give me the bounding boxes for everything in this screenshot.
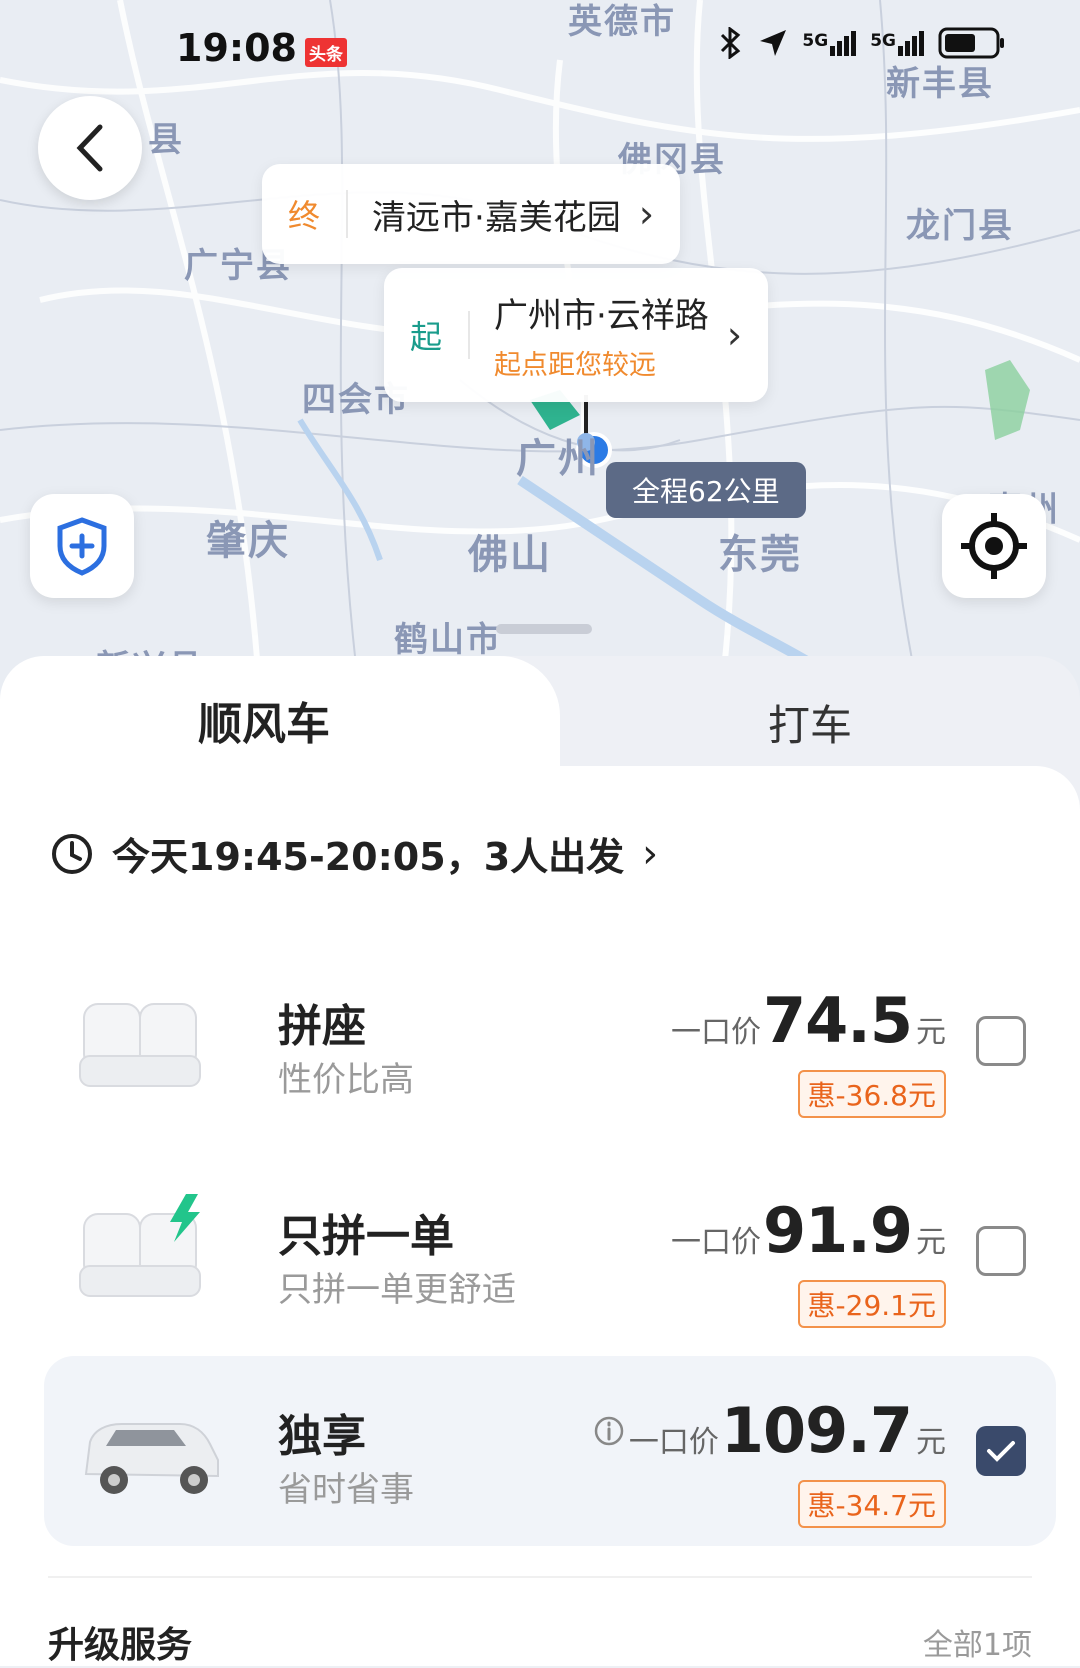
discount-badge: 惠-36.8元 — [797, 1070, 946, 1118]
safety-button[interactable] — [30, 494, 134, 598]
back-button[interactable] — [38, 96, 142, 200]
section-divider — [48, 1576, 1032, 1578]
option-title: 只拼一单 — [278, 1211, 454, 1262]
tab-bar: 顺风车 打车 — [0, 656, 1080, 778]
destination-tag: 终 — [287, 197, 320, 235]
map-place-label: 县 — [148, 120, 184, 160]
chevron-right-icon: › — [726, 313, 743, 357]
tab-carpool[interactable]: 顺风车 — [198, 688, 330, 752]
clock-icon — [52, 833, 92, 874]
origin-note: 起点距您较远 — [494, 350, 656, 381]
5g-signal-icon: 5G — [870, 30, 924, 56]
price: 一口价 91.9 元 — [671, 1194, 946, 1267]
ride-option-private[interactable]: 独享 省时省事 一口价 109.7 元 惠-34.7元 — [44, 1356, 1056, 1546]
route-map[interactable]: 英德市 新丰县 佛冈县 龙门县 广宁县 四会市 肇庆 佛山 东莞 鹤山市 广州 … — [0, 0, 1080, 700]
ride-option-single-pool[interactable]: 只拼一单 只拼一单更舒适 一口价 91.9 元 惠-29.1元 — [44, 1156, 1056, 1346]
map-place-label: 广州 — [516, 436, 600, 482]
crosshair-icon — [961, 513, 1027, 579]
schedule-text: 今天19:45-20:05，3人出发 — [112, 835, 625, 879]
chevron-left-icon — [76, 124, 103, 172]
sheet-drag-handle[interactable] — [496, 624, 592, 634]
destination-bubble[interactable]: 终 清远市·嘉美花园 › — [262, 164, 681, 264]
seat-image — [79, 1003, 201, 1087]
tab-taxi[interactable]: 打车 — [768, 692, 852, 753]
5g-signal-icon: 5G — [802, 30, 857, 56]
option-subtitle: 性价比高 — [278, 1060, 414, 1100]
status-time: 19:08 — [176, 26, 297, 70]
info-icon[interactable] — [593, 1415, 625, 1447]
map-place-label: 肇庆 — [206, 518, 290, 564]
map-place-label: 鹤山市 — [394, 620, 502, 660]
upgrade-all-link[interactable]: 全部1项 — [923, 1620, 1032, 1664]
headline-app-badge: 头条 — [305, 38, 347, 67]
price-label: 一口价 — [628, 1425, 719, 1460]
destination-name: 清远市·嘉美花园 — [372, 197, 621, 238]
price-label: 一口价 — [671, 1225, 762, 1260]
price-unit: 元 — [916, 1015, 946, 1050]
map-place-label: 东莞 — [718, 532, 802, 578]
bubble-divider — [346, 190, 348, 238]
map-place-label: 佛山 — [468, 532, 552, 578]
option-checkbox[interactable] — [976, 1426, 1026, 1476]
route-distance-badge: 全程62公里 — [606, 462, 806, 518]
battery-icon — [938, 27, 1004, 59]
bluetooth-icon — [721, 27, 741, 59]
price-value: 74.5 — [763, 984, 913, 1057]
map-place-label: 龙门县 — [906, 206, 1014, 246]
shield-plus-icon — [57, 517, 107, 576]
locate-me-button[interactable] — [942, 494, 1046, 598]
location-arrow-icon — [760, 30, 787, 56]
origin-bubble[interactable]: 起 广州市·云祥路 起点距您较远 › — [384, 268, 769, 402]
price-value: 91.9 — [763, 1194, 913, 1267]
bubble-divider — [468, 311, 470, 359]
price-value: 109.7 — [720, 1394, 913, 1467]
car-image — [84, 1423, 219, 1494]
chevron-right-icon: › — [642, 830, 659, 877]
price-unit: 元 — [916, 1425, 946, 1460]
option-subtitle: 只拼一单更舒适 — [278, 1270, 516, 1310]
system-status-icons: 5G 5G — [716, 26, 1006, 60]
option-subtitle: 省时省事 — [278, 1470, 414, 1510]
schedule-selector[interactable]: 今天19:45-20:05，3人出发 › — [50, 826, 658, 881]
ride-options-sheet: 顺风车 打车 今天19:45-20:05，3人出发 › 拼座 性价比高 一口价 … — [0, 656, 1080, 1666]
sheet-content: 今天19:45-20:05，3人出发 › 拼座 性价比高 一口价 74.5 元 … — [0, 766, 1080, 1666]
seat-image — [79, 1194, 201, 1297]
price-unit: 元 — [916, 1225, 946, 1260]
chevron-right-icon: › — [638, 192, 655, 236]
price: 一口价 109.7 元 — [593, 1394, 946, 1467]
option-checkbox[interactable] — [976, 1226, 1026, 1276]
origin-name: 广州市·云祥路 — [494, 296, 709, 336]
option-title: 独享 — [278, 1411, 366, 1462]
option-title: 拼座 — [278, 1001, 366, 1052]
upgrade-services-title: 升级服务 — [48, 1625, 193, 1666]
checkmark-icon — [987, 1441, 1015, 1462]
map-place-label: 新丰县 — [886, 64, 994, 104]
origin-tag: 起 — [409, 318, 442, 356]
price: 一口价 74.5 元 — [671, 984, 946, 1057]
discount-badge: 惠-34.7元 — [797, 1480, 946, 1528]
price-label: 一口价 — [671, 1015, 762, 1050]
discount-badge: 惠-29.1元 — [797, 1280, 946, 1328]
option-checkbox[interactable] — [976, 1016, 1026, 1066]
map-place-label: 英德市 — [568, 2, 676, 42]
ride-option-shared-seat[interactable]: 拼座 性价比高 一口价 74.5 元 惠-36.8元 — [44, 946, 1056, 1136]
